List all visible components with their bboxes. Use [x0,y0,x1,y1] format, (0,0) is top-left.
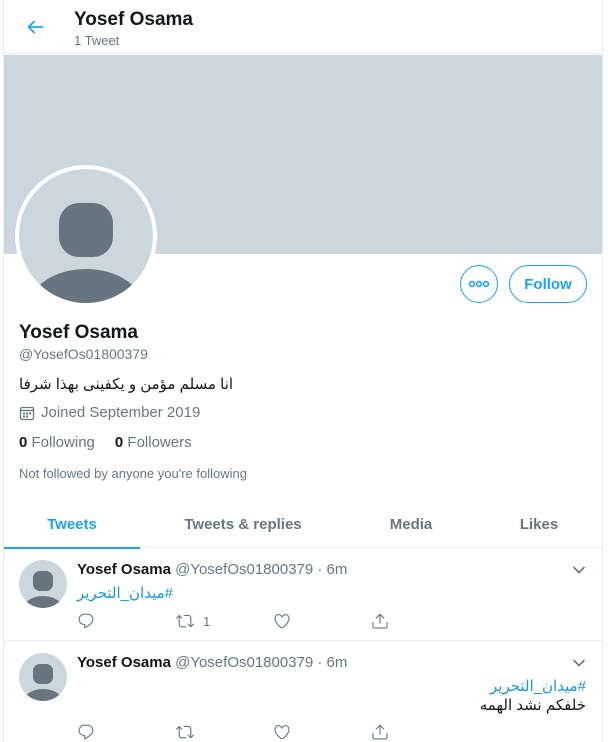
profile-page: Yosef Osama 1 Tweet Follow Yosef Osama @… [3,0,603,742]
tweet-avatar[interactable] [19,653,67,701]
calendar-icon [19,406,35,420]
tab-tweets[interactable]: Tweets [4,500,140,549]
tab-tweets-replies[interactable]: Tweets & replies [140,500,346,548]
follow-button[interactable]: Follow [509,265,587,303]
retweet-count: 1 [203,613,211,629]
tweet-hashtag[interactable]: #ميدان_التحرير [77,585,173,602]
followers-count: 0 [114,434,124,451]
header-title: Yosef Osama [74,9,193,30]
tweet-body: #ميدان_التحرير [77,584,173,602]
followers-label: Followers [127,434,192,451]
default-avatar-icon [22,664,64,701]
tweet-meta: @YosefOs01800379 · 6m [175,654,348,671]
profile-avatar[interactable] [15,165,157,307]
tweet[interactable]: Yosef Osama @YosefOs01800379 · 6m #ميدان… [4,642,602,742]
reply-button[interactable] [77,612,175,630]
profile-tabs: Tweets Tweets & replies Media Likes [4,500,602,549]
profile-name: Yosef Osama [19,322,138,343]
tweet-menu-button[interactable] [570,654,588,672]
more-button[interactable] [460,265,498,303]
back-button[interactable] [19,11,51,43]
tweet-menu-button[interactable] [570,561,588,579]
reply-icon [78,724,94,740]
like-button[interactable] [273,723,371,741]
retweet-button[interactable]: 1 [175,612,273,630]
share-button[interactable] [371,612,469,630]
tab-media[interactable]: Media [346,500,476,548]
tweet-count: 1 Tweet [74,33,120,48]
more-icon [468,280,490,288]
chevron-down-icon [573,659,585,667]
profile-bio: انا مسلم مؤمن و يكفينى بهذا شرفا [19,376,234,393]
profile-handle: @YosefOs01800379 [19,346,148,362]
following-count: 0 [19,434,28,451]
back-arrow-icon [27,20,44,34]
tweet-actions [77,723,469,741]
tweet-actions: 1 [77,612,469,630]
following-label: Following [31,434,95,451]
reply-icon [78,613,94,629]
top-header: Yosef Osama 1 Tweet [4,0,602,54]
tab-likes[interactable]: Likes [476,500,602,548]
chevron-down-icon [573,566,585,574]
tweet[interactable]: Yosef Osama @YosefOs01800379 · 6m #ميدان… [4,549,602,641]
following-link[interactable]: 0 Following [19,434,95,451]
tweet-hashtag[interactable]: #ميدان_التحرير [480,677,586,696]
like-icon [274,614,290,629]
follow-stats: 0 Following 0 Followers [19,434,212,451]
tweet-avatar[interactable] [19,560,67,608]
tweet-text: خلفكم نشد الهمه [479,697,586,714]
tweet-author-name[interactable]: Yosef Osama [77,561,171,578]
share-icon [372,613,388,629]
like-icon [274,725,290,740]
tweet-body: #ميدان_التحرير خلفكم نشد الهمه [480,677,586,715]
like-button[interactable] [273,612,371,630]
retweet-icon [176,614,194,628]
retweet-button[interactable] [175,723,273,741]
default-avatar-icon [22,571,64,608]
followers-link[interactable]: 0 Followers [115,434,192,451]
joined-text: Joined September 2019 [41,404,201,421]
tweet-header: Yosef Osama @YosefOs01800379 · 6m [77,654,347,671]
reply-button[interactable] [77,723,175,741]
tweet-header: Yosef Osama @YosefOs01800379 · 6m [77,561,347,578]
tweet-meta: @YosefOs01800379 · 6m [175,561,348,578]
tweet-author-name[interactable]: Yosef Osama [77,654,171,671]
share-icon [372,724,388,740]
joined-date: Joined September 2019 [19,404,200,421]
not-followed-note: Not followed by anyone you're following [19,466,247,481]
share-button[interactable] [371,723,469,741]
retweet-icon [176,725,194,739]
default-avatar-icon [28,203,144,303]
